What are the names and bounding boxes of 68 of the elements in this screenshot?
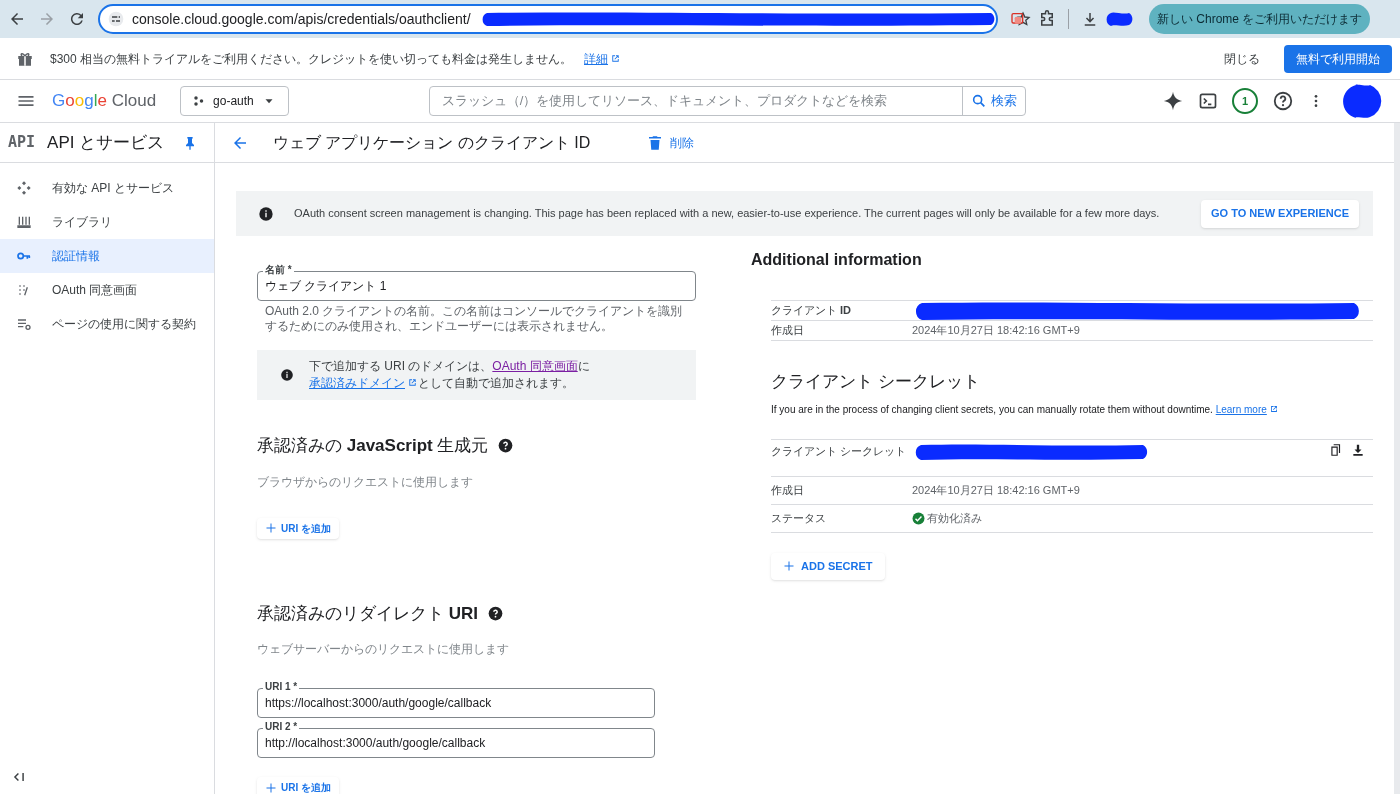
info-icon [258, 205, 274, 222]
add-secret-button[interactable]: ADD SECRET [771, 552, 885, 580]
notice-text: OAuth consent screen management is changing. This page has been replaced with a new, easier-to-use experience. The current pages will only be available for a few more days. [294, 206, 1161, 222]
free-trial-button[interactable]: 無料で利用開始 [1284, 44, 1392, 73]
section-title: 承認済みの JavaScript 生成元 [257, 435, 489, 457]
sidebar-item[interactable]: 認証情報 [0, 239, 214, 273]
extension-badge-icon[interactable] [1010, 11, 1026, 27]
link[interactable]: 承認済みドメイン [309, 376, 418, 390]
external-link-icon [610, 53, 622, 64]
sidebar-item[interactable]: ライブラリ [0, 205, 214, 239]
download-icon[interactable] [1351, 442, 1365, 457]
field-label: クライアント ID [771, 303, 853, 318]
help-icon[interactable] [1272, 90, 1294, 112]
section-subtitle: ブラウザからのリクエストに使用します [257, 473, 474, 491]
project-picker[interactable]: go-auth [180, 86, 289, 116]
list-settings-icon [16, 316, 32, 332]
sidebar-item[interactable]: OAuth 同意画面 [0, 273, 214, 307]
delete-button[interactable]: 削除 [646, 133, 695, 152]
section-title: Additional information [751, 250, 923, 270]
field-label: ステータス [771, 510, 827, 526]
plus-icon [265, 781, 277, 794]
check-circle-icon [912, 511, 925, 525]
search-icon [970, 93, 987, 109]
go-to-new-experience-button[interactable]: GO TO NEW EXPERIENCE [1201, 199, 1359, 228]
plus-icon [265, 522, 277, 534]
info-icon [280, 368, 294, 382]
add-uri-button[interactable]: URI を追加 [257, 777, 339, 794]
sidebar-title: API とサービス [47, 131, 166, 154]
chrome-update-button[interactable]: 新しい Chrome をご利用いただけます [1149, 4, 1371, 34]
field-label: クライアント シークレット [771, 443, 908, 459]
field-value: 2024年10月27日 18:42:16 GMT+9 [912, 482, 1080, 498]
page-title: ウェブ アプリケーション のクライアント ID [273, 132, 591, 153]
help-icon[interactable] [498, 438, 514, 454]
sidebar-item[interactable]: ページの使用に関する契約 [0, 307, 214, 341]
details-link[interactable]: 詳細 [584, 49, 622, 68]
section-subtitle: ウェブサーバーからのリクエストに使用します [257, 641, 510, 658]
field-label: 作成日 [771, 323, 805, 338]
notification-badge[interactable]: 1 [1232, 88, 1258, 114]
close-button[interactable]: 閉じる [1216, 49, 1268, 68]
puzzle-icon[interactable] [1038, 10, 1056, 28]
project-dots-icon [193, 95, 206, 107]
helper-text: OAuth 2.0 クライアントの名前。この名前はコンソールでクライアントを識別するためにのみ使用され、エンドユーザーには表示されません。 [264, 304, 684, 334]
section-title: クライアント シークレット [771, 371, 981, 393]
search-button[interactable]: 検索 [961, 87, 1025, 115]
help-icon[interactable] [488, 605, 503, 621]
copy-icon[interactable] [1329, 442, 1343, 457]
learn-more-link[interactable]: Learn more [1215, 403, 1279, 415]
external-link-icon [1268, 403, 1279, 414]
status-label: 有効化済み [912, 509, 982, 527]
terminal-icon[interactable] [1198, 91, 1218, 111]
google-cloud-logo[interactable]: Google Cloud [52, 88, 157, 114]
library-icon [16, 214, 32, 230]
plus-icon [783, 560, 795, 572]
site-info-icon[interactable] [108, 11, 124, 27]
add-uri-button[interactable]: URI を追加 [257, 517, 339, 539]
secret-description: If you are in the process of changing client secrets, you can manually rotate them without downtime. Learn more [771, 401, 1373, 417]
api-logo: API [8, 132, 36, 154]
external-link-icon [407, 377, 418, 388]
sidebar-item[interactable]: 有効な API とサービス [0, 171, 214, 205]
field-value: 2024年10月27日 18:42:16 GMT+9 [912, 323, 1080, 339]
reload-icon[interactable] [68, 10, 86, 28]
field-label: 作成日 [771, 482, 805, 498]
diamond-dots-icon [16, 180, 32, 196]
collapse-icon[interactable] [12, 770, 26, 784]
url-text: console.cloud.google.com/apis/credentials/oauthclient/ [132, 9, 471, 29]
trial-message: $300 相当の無料トライアルをご利用ください。クレジットを使い切っても料金は発生しません。 [50, 50, 573, 68]
section-title: 承認済みのリダイレクト URI [257, 602, 478, 625]
search-field[interactable]: スラッシュ（/）を使用してリソース、ドキュメント、プロダクトなどを検索 検索 [428, 86, 1026, 116]
